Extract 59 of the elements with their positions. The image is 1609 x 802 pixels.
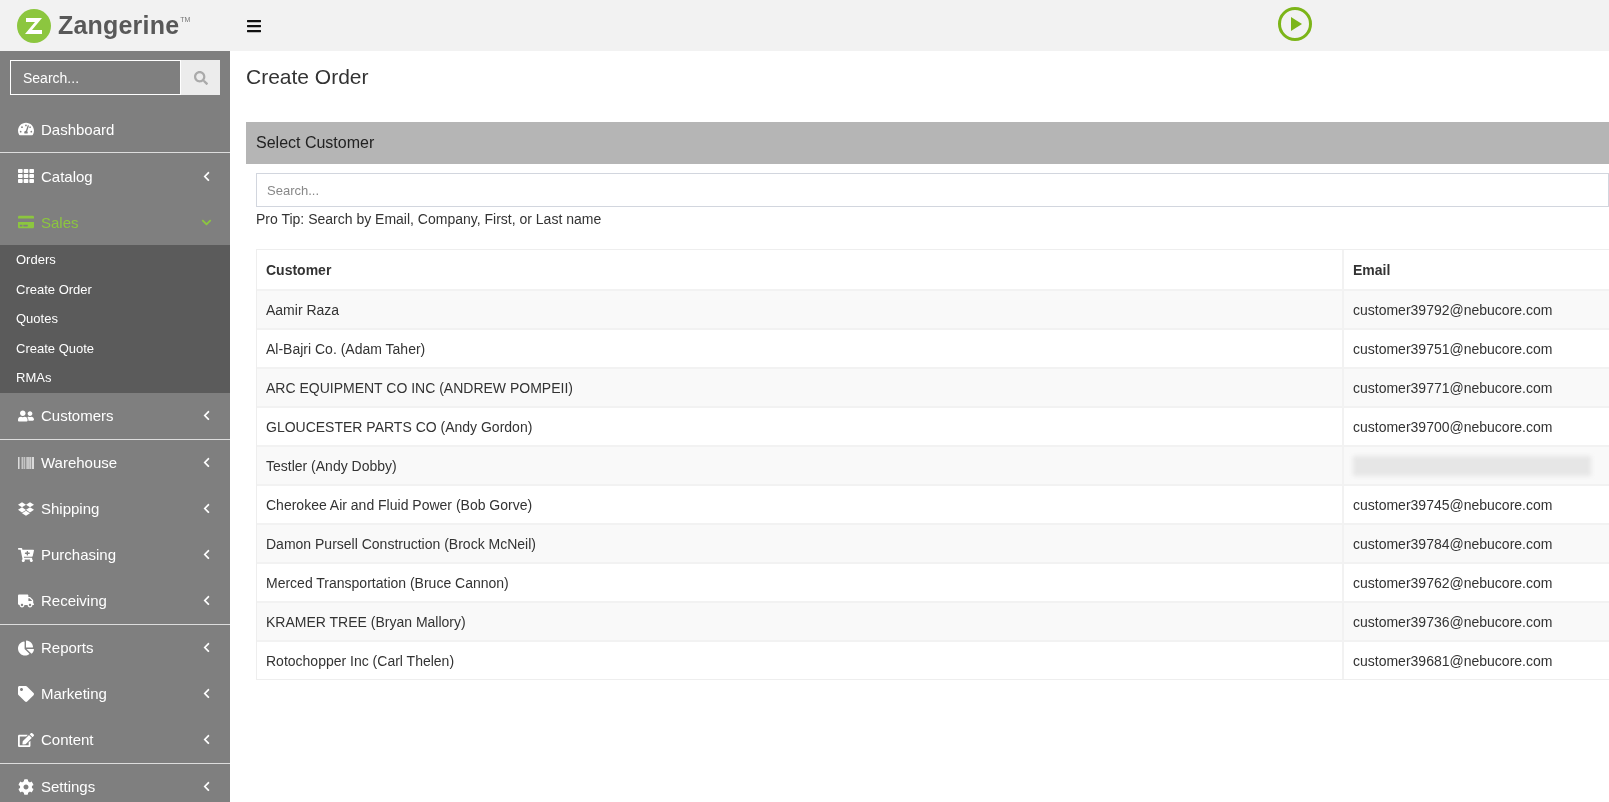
brand-name: Zangerine (58, 11, 180, 40)
settings-icon (18, 778, 34, 795)
table-row[interactable]: Rotochopper Inc (Carl Thelen) customer39681@nebucore.com (257, 640, 1609, 679)
table-cell: Rotochopper Inc (Carl Thelen) (257, 642, 1344, 679)
chevron-left-icon (201, 781, 212, 792)
pro-tip: Pro Tip: Search by Email, Company, First, or Last name (256, 211, 603, 227)
grid-icon (18, 168, 34, 184)
search-button[interactable] (181, 60, 220, 95)
chevron-left-icon (201, 595, 212, 606)
logo-icon (16, 7, 52, 44)
submenu-item[interactable]: Orders (0, 245, 230, 275)
sidebar-item[interactable]: Catalog (0, 153, 230, 199)
sidebar-item[interactable]: Warehouse (0, 439, 230, 486)
chevron-left-icon (201, 642, 212, 653)
credit-card-icon (18, 214, 34, 230)
submenu-item[interactable]: Quotes (0, 304, 230, 334)
barcode-icon (18, 454, 34, 471)
search-field[interactable]: Search... (256, 173, 1609, 207)
play-icon[interactable] (1277, 6, 1313, 42)
chevron-left-icon (201, 688, 212, 699)
tag-icon (18, 685, 34, 702)
chevron-left-icon (201, 410, 212, 421)
table-row[interactable]: KRAMER TREE (Bryan Mallory) customer39736@nebucore.com (257, 601, 1609, 640)
chevron-left-icon (201, 503, 212, 514)
submenu-item[interactable]: Create Order (0, 274, 230, 304)
sidebar-item[interactable]: Dashboard (0, 106, 230, 152)
edit-icon (18, 731, 34, 748)
sidebar-item[interactable]: Reports (0, 624, 230, 671)
cart-icon (18, 546, 34, 563)
search-icon (193, 70, 208, 85)
table-row[interactable]: Merced Transportation (Bruce Cannon) customer39762@nebucore.com (257, 562, 1609, 601)
gauge-icon (18, 121, 34, 137)
table-row[interactable]: Damon Pursell Construction (Brock McNeil) customer39784@nebucore.com (257, 523, 1609, 562)
submenu-item[interactable]: Create Quote (0, 333, 230, 363)
boxes-icon (18, 500, 34, 517)
table-row[interactable]: Cherokee Air and Fluid Power (Bob Gorve) customer39745@nebucore.com (257, 484, 1609, 523)
truck-icon (18, 592, 34, 609)
table-row[interactable]: Al-Bajri Co. (Adam Taher) customer39751@nebucore.com (257, 328, 1609, 367)
table-row[interactable]: Testler (Andy Dobby) (257, 445, 1609, 484)
table-row[interactable]: Aamir Raza customer39792@nebucore.com (257, 289, 1609, 328)
chevron-left-icon (201, 549, 212, 560)
sidebar-item[interactable]: Customers (0, 392, 230, 439)
submenu-item[interactable]: RMAs (0, 363, 230, 393)
chevron-left-icon (201, 170, 212, 182)
panel-header: Select Customer (246, 122, 1609, 164)
sidebar-item[interactable]: Settings (0, 763, 230, 802)
page-title: Create Order (246, 65, 370, 90)
sidebar-item[interactable]: Marketing (0, 670, 230, 717)
chevron-left-icon (201, 734, 212, 745)
pie-chart-icon (18, 639, 34, 656)
table-row[interactable]: ARC EQUIPMENT CO INC (ANDREW POMPEII) customer39771@nebucore.com (257, 367, 1609, 406)
table-cell: customer39681@nebucore.com (1344, 642, 1609, 679)
sidebar-item[interactable]: Shipping (0, 485, 230, 532)
table-row[interactable]: GLOUCESTER PARTS CO (Andy Gordon) customer39700@nebucore.com (257, 406, 1609, 445)
sidebar-item[interactable]: Purchasing (0, 531, 230, 578)
search-field[interactable]: Search... (10, 60, 181, 95)
chevron-left-icon (201, 457, 212, 468)
sidebar-item[interactable]: Receiving (0, 577, 230, 624)
sidebar-item[interactable]: Content (0, 716, 230, 763)
